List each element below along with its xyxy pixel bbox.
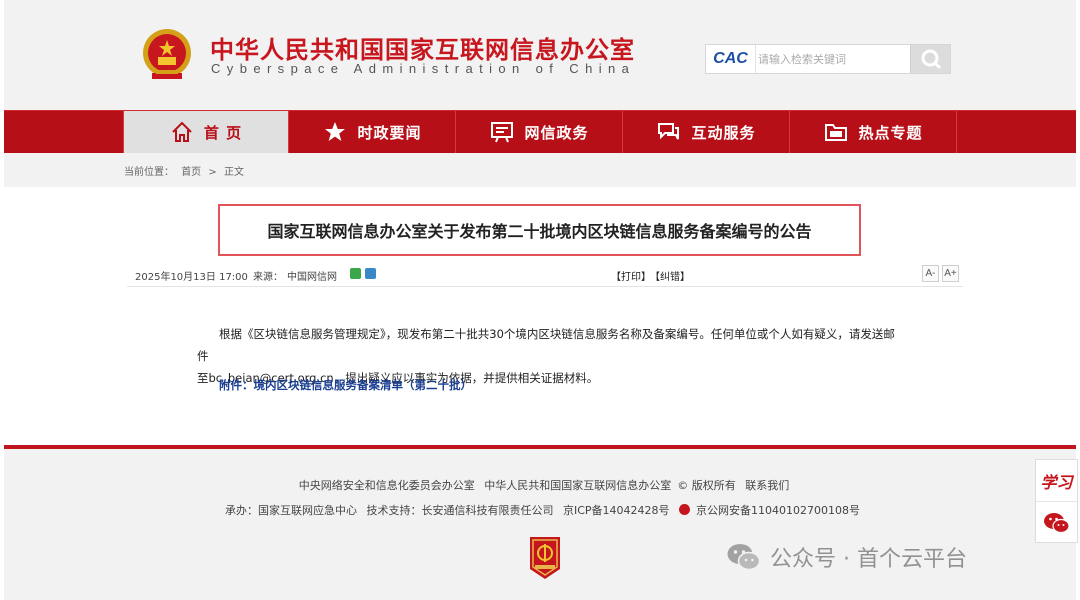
site-footer: 中央网络安全和信息化委员会办公室 中华人民共和国国家互联网信息办公室 © 版权所有… [4,449,1076,600]
article-meta: 2025年10月13日 17:00 来源： 中国网信网 【打印】 【纠错】 A-… [127,263,963,287]
icp-link[interactable]: 京ICP备14042428号 [563,504,670,517]
footer-tech: 技术支持：长安通信科技有限责任公司 [366,504,554,517]
nav-item-topics[interactable]: 热点专题 [791,111,957,153]
star-icon [325,122,346,141]
article-content: 国家互联网信息办公室关于发布第二十批境内区块链信息服务备案编号的公告 2025年… [4,187,1076,445]
board-icon [491,122,514,143]
xuexi-qiangguo-button[interactable]: 学习 [1036,460,1077,502]
home-icon [172,121,192,142]
report-error-link[interactable]: 【纠错】 [650,268,690,283]
print-link[interactable]: 【打印】 [611,268,651,283]
nav-label: 互动服务 [691,123,756,142]
cac-logo: CAC [706,45,756,73]
nav-label: 时政要闻 [357,123,422,142]
site-subtitle: Cyberspace Administration of China [211,61,636,76]
nav-item-affairs[interactable]: 网信政务 [457,111,623,153]
nav-label: 热点专题 [858,123,923,142]
body-paragraph-line1: 根据《区块链信息服务管理规定》，现发布第二十批共30个境内区块链信息服务名称及备… [197,327,895,363]
site-title: 中华人民共和国国家互联网信息办公室 [210,36,635,64]
police-badge-icon [679,504,691,515]
footer-info-row: 承办：国家互联网应急中心 技术支持：长安通信科技有限责任公司 京ICP备1404… [4,502,1080,518]
search-input[interactable] [758,47,908,71]
wechat-button[interactable] [1036,502,1077,543]
watermark: 公众号 · 首个云平台 [726,540,967,574]
breadcrumb-home-link[interactable]: 首页 [181,167,201,178]
watermark-text: 公众号 · 首个云平台 [770,547,967,572]
search-icon [921,49,941,69]
article-date: 2025年10月13日 17:00 [135,272,248,283]
search-box: CAC [705,44,951,74]
breadcrumb-label: 当前位置： [124,167,174,178]
folder-icon [825,124,848,141]
nav-item-news[interactable]: 时政要闻 [290,111,456,153]
source-label: 来源： [253,272,283,283]
font-decrease-button[interactable]: A- [922,265,939,282]
wechat-icon [1043,512,1070,533]
wechat-watermark-icon [727,544,761,571]
footer-org2: 中华人民共和国国家互联网信息办公室 [484,479,672,492]
footer-copyright-row: 中央网络安全和信息化委员会办公室 中华人民共和国国家互联网信息办公室 © 版权所有… [4,477,1080,493]
police-record-link[interactable]: 京公网安备11040102700108号 [696,504,860,517]
footer-host: 承办：国家互联网应急中心 [224,504,357,517]
nav-label: 网信政务 [524,123,589,142]
breadcrumb-separator: > [208,167,217,178]
article-title: 国家互联网信息办公室关于发布第二十批境内区块链信息服务备案编号的公告 [267,222,812,241]
article-source: 中国网信网 [287,272,337,283]
article-title-box: 国家互联网信息办公室关于发布第二十批境内区块链信息服务备案编号的公告 [218,204,861,256]
nav-item-service[interactable]: 互动服务 [624,111,790,153]
wechat-share-icon[interactable] [350,268,361,279]
page-frame: 中华人民共和国国家互联网信息办公室 Cyberspace Administrat… [4,0,1078,600]
breadcrumb-current: 正文 [223,167,244,178]
contact-us-link[interactable]: 联系我们 [745,479,789,492]
footer-copyright: © 版权所有 [677,479,736,492]
nav-label: 首 页 [203,123,243,142]
main-nav: 首 页 时政要闻 网信政务 互动服务 热点专题 [4,110,1076,153]
national-emblem-icon[interactable] [138,26,196,84]
chat-icon [658,123,680,140]
site-header: 中华人民共和国国家互联网信息办公室 Cyberspace Administrat… [4,0,1076,110]
share-icon[interactable] [365,268,376,279]
attachment-link[interactable]: 附件：境内区块链信息服务备案清单（第二十批） [219,377,472,393]
government-site-badge-icon[interactable] [526,535,564,581]
footer-org1: 中央网络安全和信息化委员会办公室 [298,479,475,492]
breadcrumb: 当前位置： 首页 > 正文 [124,163,248,178]
search-button[interactable] [910,45,950,73]
nav-item-home[interactable]: 首 页 [123,111,289,153]
side-float-panel: 学习 [1035,459,1078,543]
font-increase-button[interactable]: A+ [942,265,959,282]
